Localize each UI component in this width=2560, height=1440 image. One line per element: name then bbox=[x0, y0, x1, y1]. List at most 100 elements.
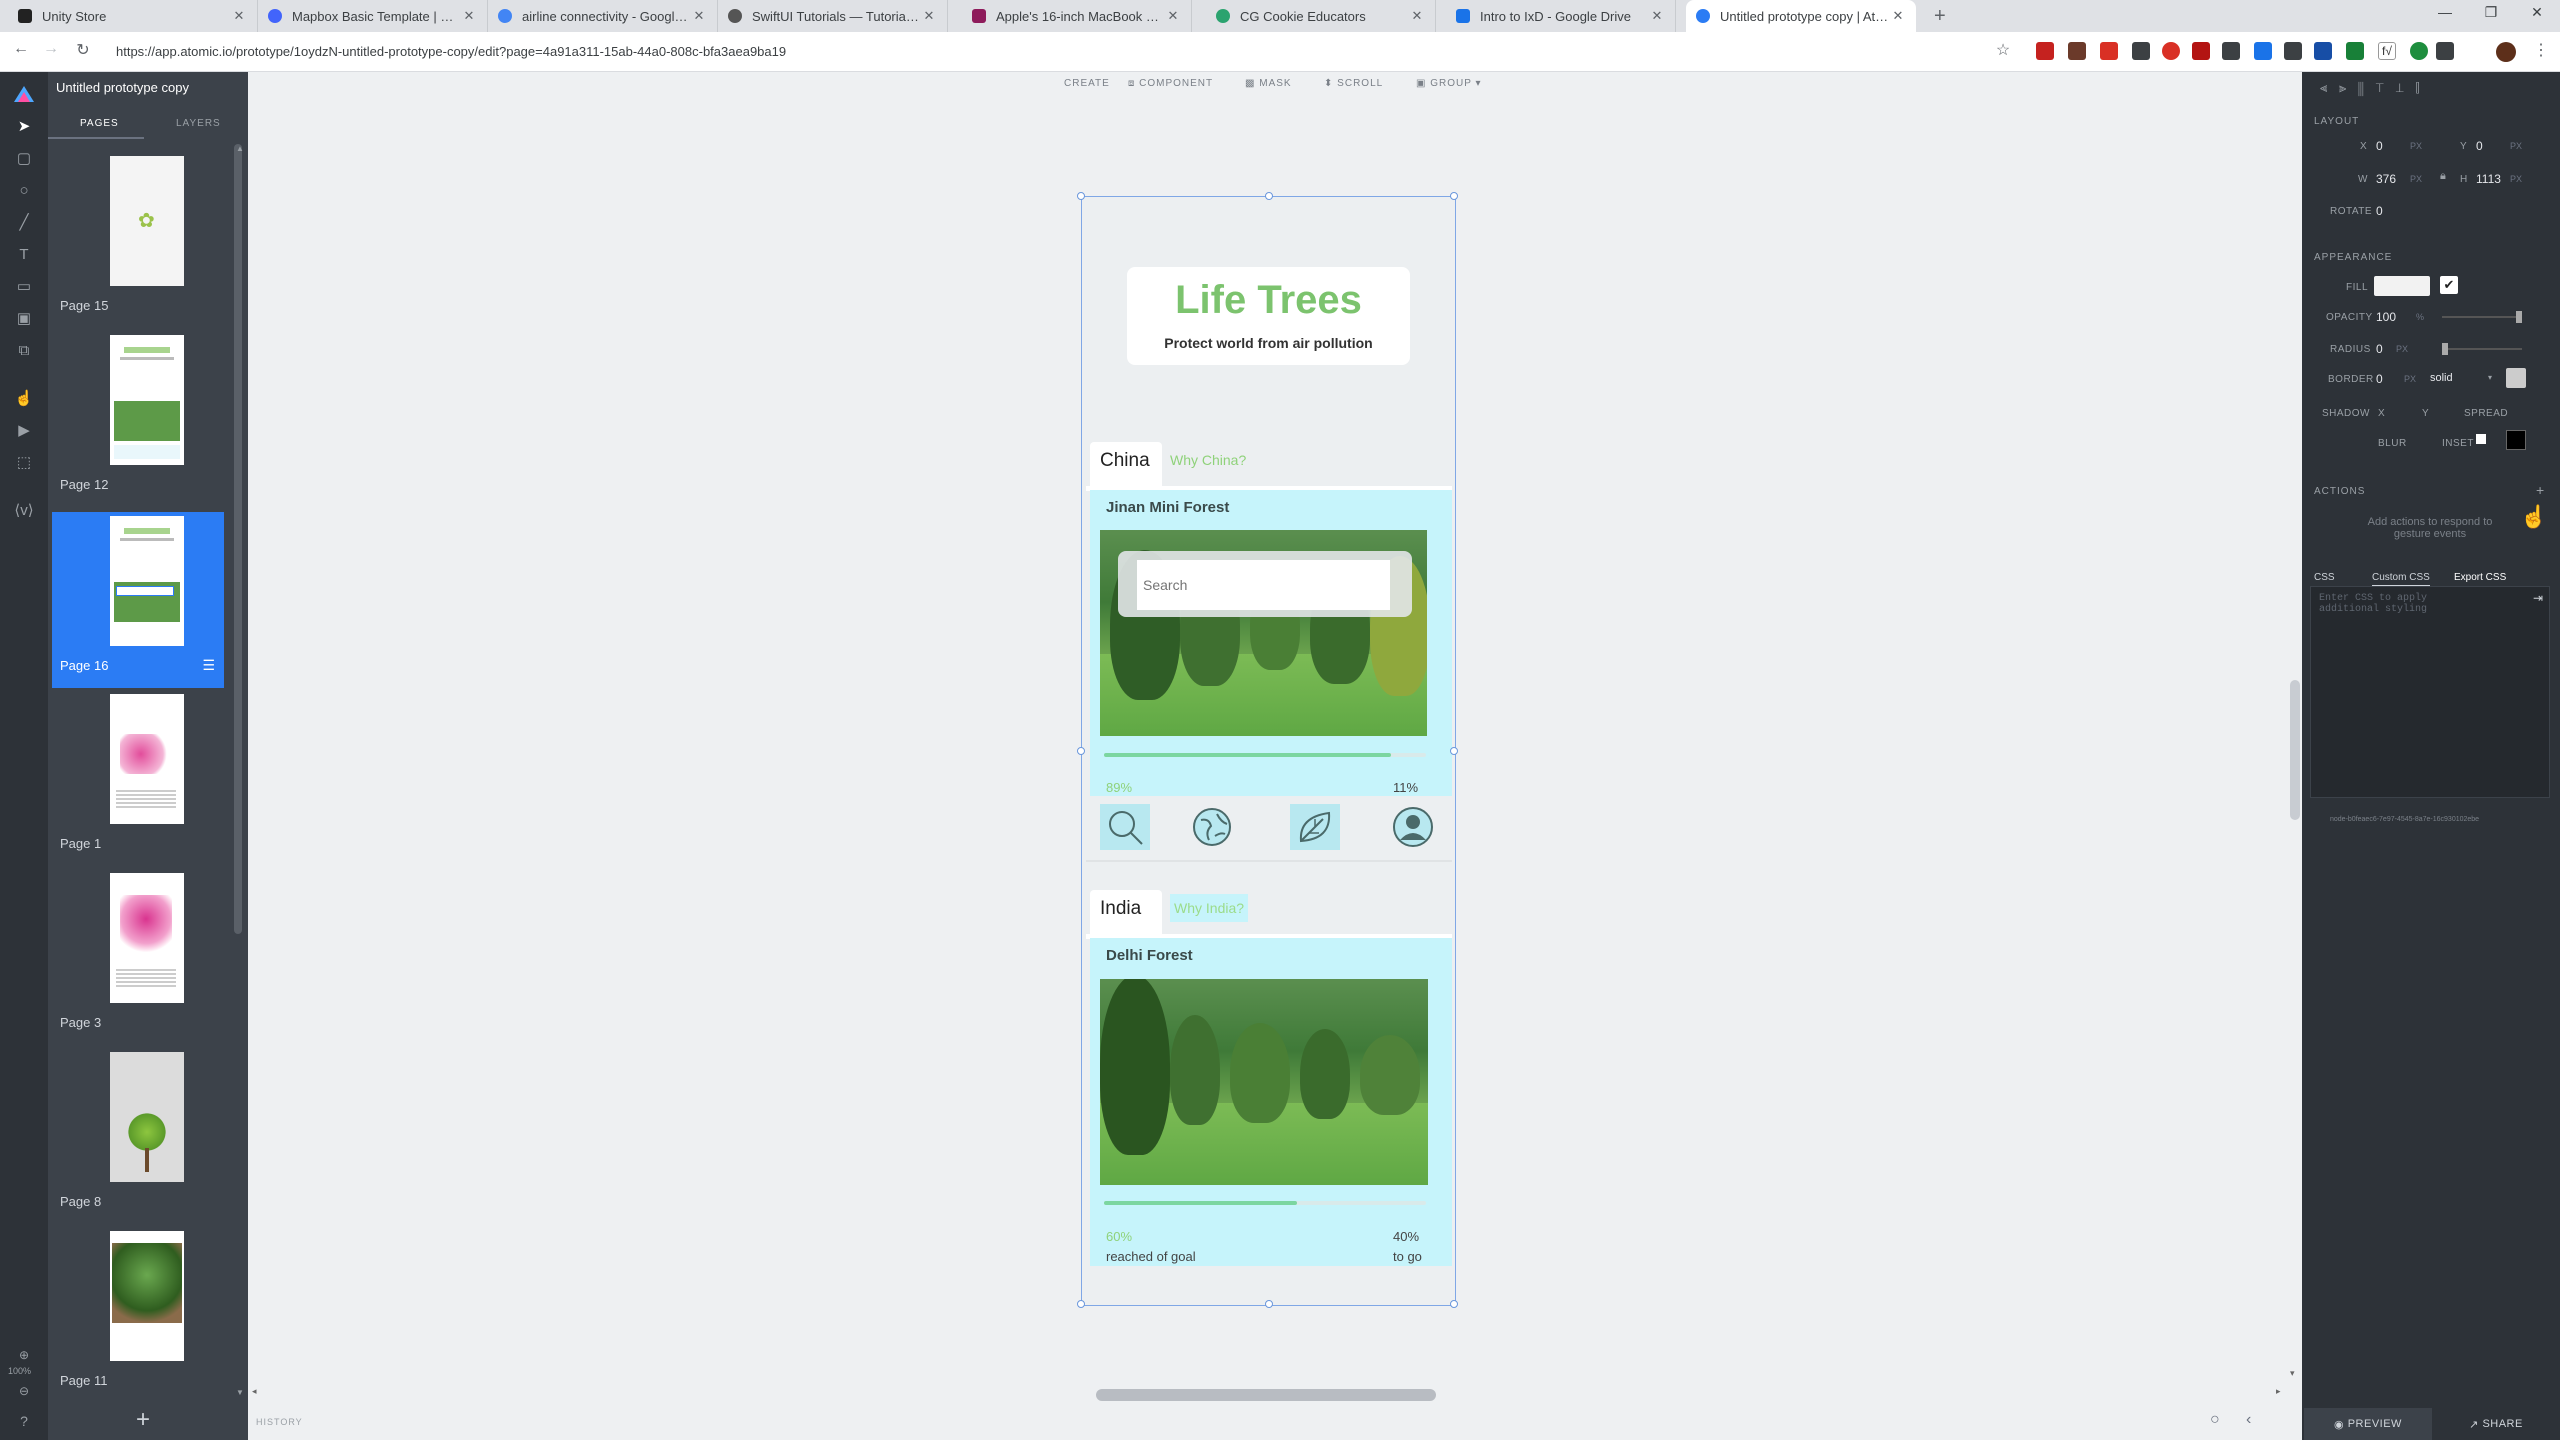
border-style-select[interactable]: solid bbox=[2430, 372, 2453, 384]
rectangle-tool-icon[interactable]: ▢ bbox=[12, 148, 36, 170]
mask-button[interactable]: ▩ MASK bbox=[1245, 78, 1292, 89]
page-thumb-item[interactable]: Page 8 bbox=[52, 1048, 224, 1224]
x-input[interactable]: 0 bbox=[2376, 139, 2383, 153]
close-icon[interactable]: ✕ bbox=[1649, 8, 1665, 24]
fill-enabled-checkbox[interactable]: ✔ bbox=[2440, 276, 2458, 294]
scroll-left-icon[interactable]: ◂ bbox=[252, 1386, 257, 1397]
page-menu-icon[interactable]: ☰ bbox=[202, 657, 215, 674]
resize-handle[interactable] bbox=[1077, 747, 1085, 755]
rotate-input[interactable]: 0 bbox=[2376, 204, 2383, 218]
browser-tab[interactable]: Unity Store ✕ bbox=[8, 0, 258, 32]
css-apply-icon[interactable]: ⇥ bbox=[2533, 591, 2543, 605]
css-editor[interactable]: Enter CSS to apply additional styling ⇥ bbox=[2310, 586, 2550, 798]
page-thumb-item[interactable]: Page 11 bbox=[52, 1227, 224, 1403]
browser-tab[interactable]: CG Cookie Educators ✕ bbox=[1206, 0, 1436, 32]
new-tab-icon[interactable]: + bbox=[1934, 0, 1946, 32]
minimize-icon[interactable]: — bbox=[2430, 4, 2460, 20]
resize-handle[interactable] bbox=[1450, 747, 1458, 755]
custom-css-tab[interactable]: Custom CSS bbox=[2372, 572, 2430, 586]
line-tool-icon[interactable]: ╱ bbox=[12, 212, 36, 234]
extension-icon[interactable] bbox=[2132, 42, 2150, 60]
scroll-up-icon[interactable]: ▲ bbox=[236, 144, 244, 153]
browser-tab[interactable]: SwiftUI Tutorials — Tutorials | Ap✕ bbox=[718, 0, 948, 32]
project-title[interactable]: Untitled prototype copy bbox=[56, 80, 189, 95]
extension-icon[interactable] bbox=[2284, 42, 2302, 60]
resize-handle[interactable] bbox=[1450, 192, 1458, 200]
profile-avatar[interactable] bbox=[2496, 42, 2516, 62]
page-thumb-item[interactable]: ✿ Page 15 bbox=[52, 152, 224, 328]
close-icon[interactable]: ✕ bbox=[1890, 8, 1906, 24]
image-tool-icon[interactable]: ▣ bbox=[12, 308, 36, 330]
extension-icon[interactable] bbox=[2254, 42, 2272, 60]
extension-icon[interactable] bbox=[2162, 42, 2180, 60]
copy-tool-icon[interactable]: ⧉ bbox=[12, 340, 36, 362]
resize-handle[interactable] bbox=[1265, 192, 1273, 200]
align-tools[interactable]: ⫷ ⫸ ⫼ ⊤ ⊥ ⫿ bbox=[2320, 80, 2424, 96]
page-thumb-item-selected[interactable]: Page 16 ☰ bbox=[52, 512, 224, 688]
extension-icon[interactable] bbox=[2346, 42, 2364, 60]
extension-icon[interactable] bbox=[2068, 42, 2086, 60]
close-window-icon[interactable]: ✕ bbox=[2522, 4, 2552, 21]
reload-icon[interactable]: ↻ bbox=[72, 40, 94, 60]
w-input[interactable]: 376 bbox=[2376, 172, 2396, 186]
text-tool-icon[interactable]: T bbox=[12, 244, 36, 266]
video-tool-icon[interactable]: ▶ bbox=[12, 420, 36, 442]
canvas-horizontal-scrollbar[interactable] bbox=[1096, 1389, 1436, 1401]
scroll-button[interactable]: ⬍ SCROLL bbox=[1324, 78, 1383, 89]
help-icon[interactable]: ? bbox=[12, 1410, 36, 1432]
gesture-tool-icon[interactable]: ☝ bbox=[12, 388, 36, 410]
resize-handle[interactable] bbox=[1077, 1300, 1085, 1308]
acrobat-extension-icon[interactable] bbox=[2036, 42, 2054, 60]
radius-slider[interactable] bbox=[2442, 343, 2522, 355]
browser-tab[interactable]: Mapbox Basic Template | Mapbo✕ bbox=[258, 0, 488, 32]
scroll-right-icon[interactable]: ▸ bbox=[2276, 1386, 2281, 1397]
scroll-down-icon[interactable]: ▾ bbox=[2290, 1368, 2295, 1379]
y-input[interactable]: 0 bbox=[2476, 139, 2483, 153]
add-action-icon[interactable]: + bbox=[2536, 482, 2544, 498]
browser-menu-icon[interactable]: ⋮ bbox=[2530, 40, 2552, 60]
resize-handle[interactable] bbox=[1450, 1300, 1458, 1308]
close-icon[interactable]: ✕ bbox=[1165, 8, 1181, 24]
restore-icon[interactable]: ❐ bbox=[2476, 4, 2506, 21]
extension-icon[interactable] bbox=[2222, 42, 2240, 60]
border-color-swatch[interactable] bbox=[2506, 368, 2526, 388]
forward-icon[interactable]: → bbox=[40, 40, 62, 58]
tab-pages[interactable]: PAGES bbox=[80, 118, 119, 129]
h-input[interactable]: 1113 bbox=[2476, 172, 2501, 186]
history-label[interactable]: HISTORY bbox=[256, 1417, 303, 1427]
url-field[interactable]: https://app.atomic.io/prototype/1oydzN-u… bbox=[116, 40, 786, 64]
border-input[interactable]: 0 bbox=[2376, 372, 2383, 386]
close-icon[interactable]: ✕ bbox=[921, 8, 937, 24]
page-thumb-item[interactable]: Page 3 bbox=[52, 869, 224, 1045]
css-tab[interactable]: CSS bbox=[2314, 572, 2335, 583]
export-css-tab[interactable]: Export CSS bbox=[2454, 572, 2506, 583]
function-extension-icon[interactable]: f√ bbox=[2378, 42, 2396, 60]
extension-icon[interactable] bbox=[2436, 42, 2454, 60]
browser-tab[interactable]: Apple's 16-inch MacBook Pro co ✕ bbox=[962, 0, 1192, 32]
opacity-slider[interactable] bbox=[2442, 311, 2522, 323]
pages-scrollbar[interactable] bbox=[234, 144, 242, 934]
fill-color-swatch[interactable] bbox=[2374, 276, 2430, 296]
ellipse-tool-icon[interactable]: ○ bbox=[12, 180, 36, 202]
resize-handle[interactable] bbox=[1265, 1300, 1273, 1308]
close-icon[interactable]: ✕ bbox=[1409, 8, 1425, 24]
select-tool-icon[interactable]: ➤ bbox=[12, 116, 36, 138]
extension-icon[interactable] bbox=[2314, 42, 2332, 60]
opacity-input[interactable]: 100 bbox=[2376, 310, 2396, 324]
extension-icon[interactable] bbox=[2410, 42, 2428, 60]
extension-icon[interactable] bbox=[2192, 42, 2210, 60]
zoom-out-icon[interactable]: ⊖ bbox=[12, 1380, 36, 1402]
frame-tool-icon[interactable]: ⬚ bbox=[12, 452, 36, 474]
browser-tab[interactable]: Intro to IxD - Google Drive ✕ bbox=[1446, 0, 1676, 32]
canvas-vertical-scrollbar[interactable] bbox=[2290, 680, 2300, 820]
lock-ratio-icon[interactable]: 🔒︎ bbox=[2440, 170, 2446, 183]
add-page-icon[interactable]: + bbox=[136, 1406, 150, 1434]
tab-layers[interactable]: LAYERS bbox=[176, 118, 221, 129]
component-tool-icon[interactable]: ▭ bbox=[12, 276, 36, 298]
inset-checkbox[interactable] bbox=[2476, 434, 2486, 444]
extension-icon[interactable] bbox=[2100, 42, 2118, 60]
component-button[interactable]: ⧈ COMPONENT bbox=[1128, 78, 1213, 89]
record-icon[interactable]: ○ bbox=[2210, 1411, 2220, 1429]
close-icon[interactable]: ✕ bbox=[231, 8, 247, 24]
browser-tab[interactable]: airline connectivity - Google Sea ✕ bbox=[488, 0, 718, 32]
